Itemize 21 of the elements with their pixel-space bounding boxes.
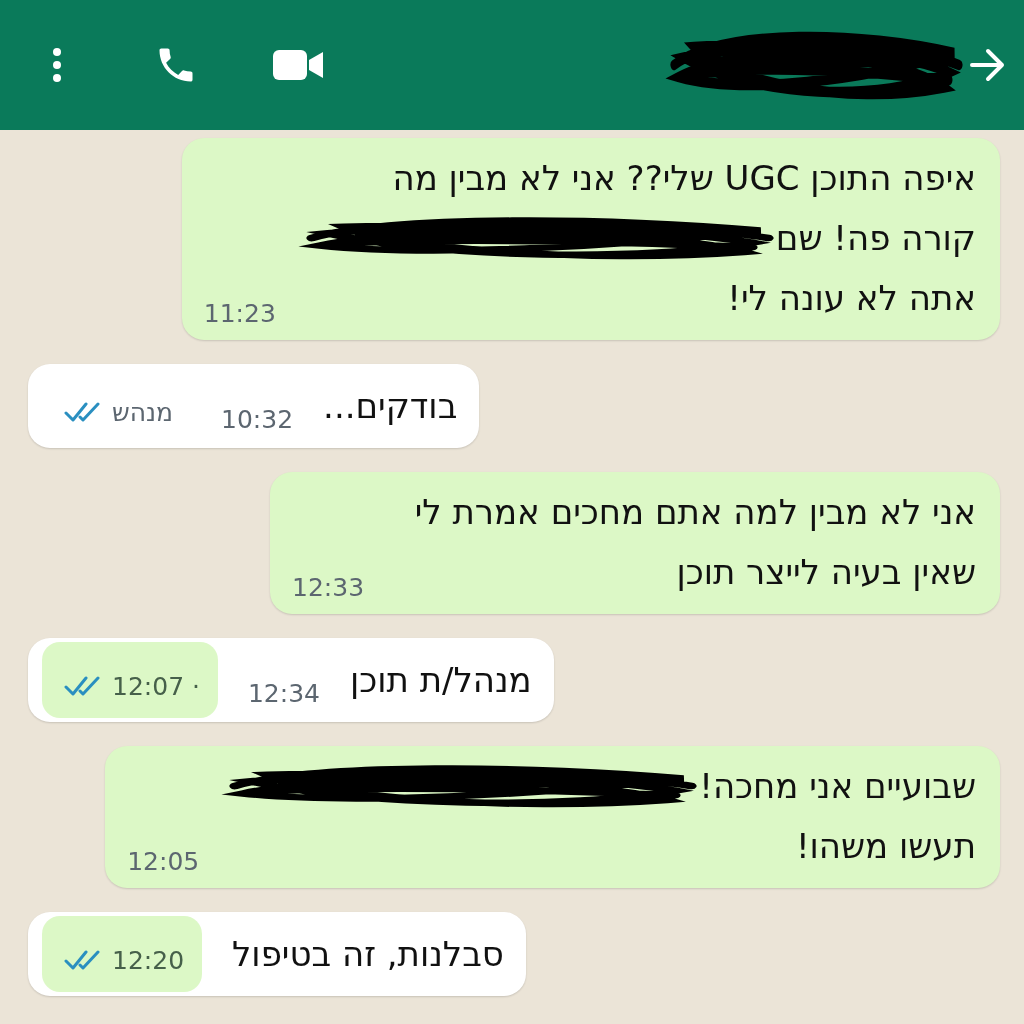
message-text: קורה פה! שם xyxy=(775,218,976,258)
back-arrow-icon[interactable] xyxy=(970,48,1006,82)
message-time: 11:23 xyxy=(203,299,276,328)
message-text: שאין בעיה לייצר תוכן xyxy=(676,552,976,592)
video-camera-icon[interactable] xyxy=(273,48,325,82)
message-text: תעשו משהו! xyxy=(795,826,976,866)
message-text: אתה לא עונה לי! xyxy=(727,278,976,318)
message-text: שבועיים אני מחכה! xyxy=(699,766,976,806)
message-time: 12:34 xyxy=(247,679,320,708)
receipt-text: מנהש xyxy=(112,397,174,427)
more-options-icon[interactable] xyxy=(50,47,64,83)
message-text: סבלנות, זה בטיפול xyxy=(232,934,504,974)
receipt-text: 12:07 · xyxy=(112,671,200,701)
message-time: 10:32 xyxy=(221,405,294,434)
message-text: איפה התוכן UGC שלי?? אני לא מבין מה xyxy=(392,158,976,198)
message-text: מנהל/ת תוכן xyxy=(350,660,532,700)
receipt-text: 12:20 xyxy=(112,945,185,975)
message-text: בודקים... xyxy=(323,386,458,426)
message-time: 12:33 xyxy=(292,573,365,602)
message-text: אני לא מבין למה אתם מחכים אמרת לי xyxy=(414,492,976,532)
message-time: 12:05 xyxy=(127,847,200,876)
